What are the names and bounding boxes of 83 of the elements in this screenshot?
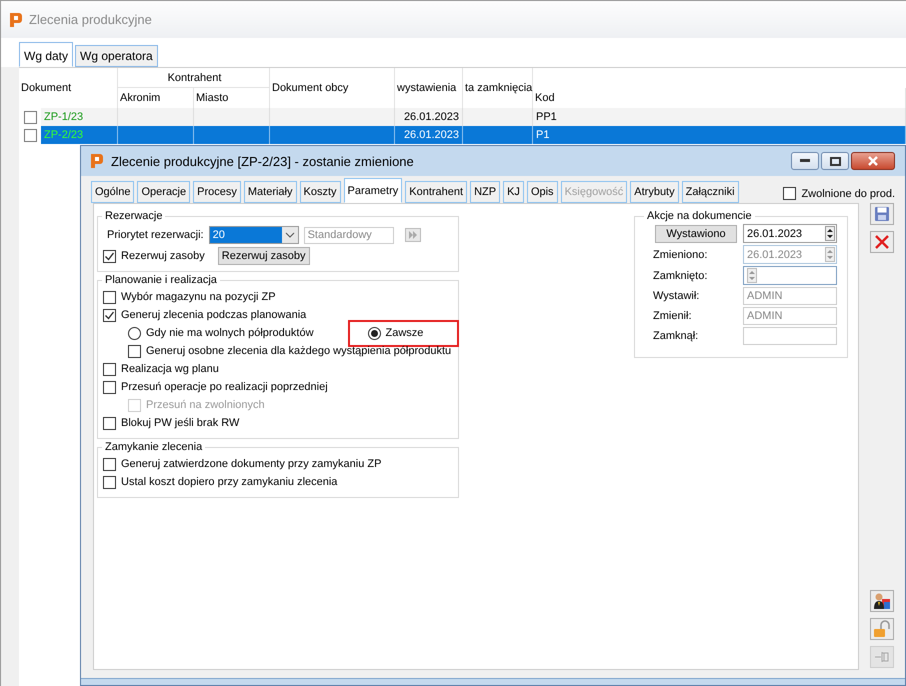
row-checkbox[interactable] <box>24 128 36 142</box>
group-title: Zamykanie zlecenia <box>104 441 204 453</box>
row-checkbox[interactable] <box>24 110 36 124</box>
pin-icon <box>874 650 890 664</box>
spinner-icon <box>825 247 835 262</box>
checkbox[interactable] <box>783 187 796 200</box>
date-field[interactable]: 26.01.2023 <box>743 224 837 243</box>
table-row[interactable]: ZP-2/23 26.01.2023 P1 <box>41 126 906 144</box>
app-logo-icon <box>9 12 23 28</box>
checkbox[interactable] <box>103 458 116 470</box>
table-row[interactable]: ZP-1/23 26.01.2023 PP1 <box>41 108 906 126</box>
field-label: Wystawił: <box>652 290 700 302</box>
checkbox-label: Rezerwuj zasoby <box>121 250 205 262</box>
date-field[interactable] <box>743 266 837 285</box>
tab[interactable]: Koszty <box>300 181 341 203</box>
checkbox-label: Generuj zatwierdzone dokumenty przy zamykaniu ZP <box>121 458 382 470</box>
radio-button[interactable] <box>128 326 141 340</box>
checkbox-label: Generuj zlecenia podczas planowania <box>121 309 306 321</box>
user-icon <box>873 592 891 610</box>
checkbox[interactable] <box>103 380 116 394</box>
tab[interactable]: Ogólne <box>91 181 134 203</box>
checkbox[interactable] <box>103 308 116 322</box>
tab[interactable]: Kontrahent <box>405 181 468 203</box>
checkbox-label: Wybór magazynu na pozycji ZP <box>121 291 276 303</box>
tab[interactable]: Opis <box>526 181 558 203</box>
checkbox-label: Przesuń operacje po realizacji poprzedniej <box>121 381 328 393</box>
close-icon <box>874 234 890 250</box>
user-button[interactable] <box>870 590 894 612</box>
radio-label: Zawsze <box>386 327 424 339</box>
checkbox[interactable] <box>103 476 116 488</box>
issued-button[interactable]: Wystawiono <box>655 224 737 242</box>
group-title: Planowanie i realizacja <box>104 274 218 286</box>
maximize-button[interactable] <box>821 152 849 170</box>
fast-forward-icon <box>408 231 418 239</box>
tab[interactable]: Atrybuty <box>630 181 679 203</box>
tab[interactable]: Wg daty <box>19 42 74 67</box>
field-label: Zmienił: <box>652 310 692 322</box>
group-title: Rezerwacje <box>104 210 164 222</box>
tab[interactable]: Załączniki <box>682 181 739 203</box>
checkbox-label: Blokuj PW jeśli brak RW <box>121 417 240 429</box>
close-button[interactable] <box>851 152 895 170</box>
save-button[interactable] <box>870 203 894 225</box>
checkbox[interactable] <box>103 362 116 376</box>
checkbox-label: Przesuń na zwolnionych <box>146 399 265 411</box>
tab[interactable]: Procesy <box>193 181 241 203</box>
checkbox[interactable] <box>103 290 116 304</box>
checkbox[interactable] <box>103 416 116 430</box>
radio-label: Gdy nie ma wolnych półproduktów <box>146 327 314 339</box>
tab[interactable]: KJ <box>503 181 524 203</box>
checkbox-label: Generuj osobne zlecenia dla każdego wystąpienia półproduktu <box>146 345 452 357</box>
field-label: Zmieniono: <box>652 248 708 260</box>
tab[interactable]: Wg operatora <box>75 45 158 67</box>
priority-dropdown[interactable]: 20 <box>208 226 299 244</box>
dialog-title: Zlecenie produkcyjne [ZP-2/23] - zostanie zmienione <box>111 154 415 168</box>
spinner-icon <box>747 268 757 283</box>
column-group-header: Kontrahent <box>118 68 270 88</box>
checkbox-label: Zwolnione do prod. <box>801 188 895 200</box>
padlock-icon <box>873 620 891 638</box>
tab[interactable]: Parametry <box>344 178 402 203</box>
radio-button[interactable] <box>368 326 381 340</box>
tab[interactable]: Operacje <box>137 181 190 203</box>
delete-button[interactable] <box>870 231 894 253</box>
checkbox-label: Ustal koszt dopiero przy zamykaniu zlecenia <box>121 476 338 488</box>
tab[interactable]: Materiały <box>244 181 296 203</box>
minimize-icon <box>800 159 810 163</box>
minimize-button[interactable] <box>791 152 819 170</box>
spinner-icon <box>825 226 835 241</box>
maximize-icon <box>830 156 840 166</box>
save-icon <box>874 206 890 222</box>
checkbox-label: Realizacja wg planu <box>121 363 219 375</box>
checkbox[interactable] <box>103 250 116 262</box>
field-label: Zamknięto: <box>652 270 708 282</box>
window-title: Zlecenia produkcyjne <box>29 12 152 27</box>
group-title: Akcje na dokumencie <box>646 210 753 222</box>
reserve-button[interactable]: Rezerwuj zasoby <box>218 247 310 265</box>
field-label: Zamknął: <box>652 330 698 342</box>
app-logo-icon <box>90 153 104 169</box>
tab[interactable]: NZP <box>470 181 500 203</box>
checkbox[interactable] <box>128 344 141 358</box>
field-label: Priorytet rezerwacji: <box>107 229 204 241</box>
close-icon <box>867 156 879 166</box>
chevron-down-icon <box>284 232 295 238</box>
priority-name-field: Standardowy <box>304 226 394 244</box>
